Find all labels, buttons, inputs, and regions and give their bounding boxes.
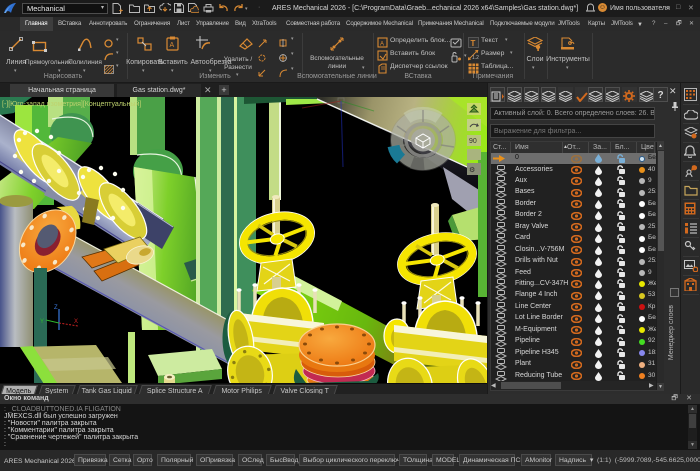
svg-text:Y: Y xyxy=(40,319,44,325)
svg-text:⚙: ⚙ xyxy=(469,166,475,174)
svg-text:X: X xyxy=(74,319,78,325)
svg-text:T: T xyxy=(471,39,476,48)
svg-text:Z: Z xyxy=(54,305,58,311)
svg-text:[-][Юго-запад изометрия][Конце: [-][Юго-запад изометрия][Концептуальный] xyxy=(2,100,141,108)
svg-text:A: A xyxy=(170,42,175,49)
svg-text:A: A xyxy=(380,42,384,48)
svg-text:90: 90 xyxy=(469,138,477,145)
